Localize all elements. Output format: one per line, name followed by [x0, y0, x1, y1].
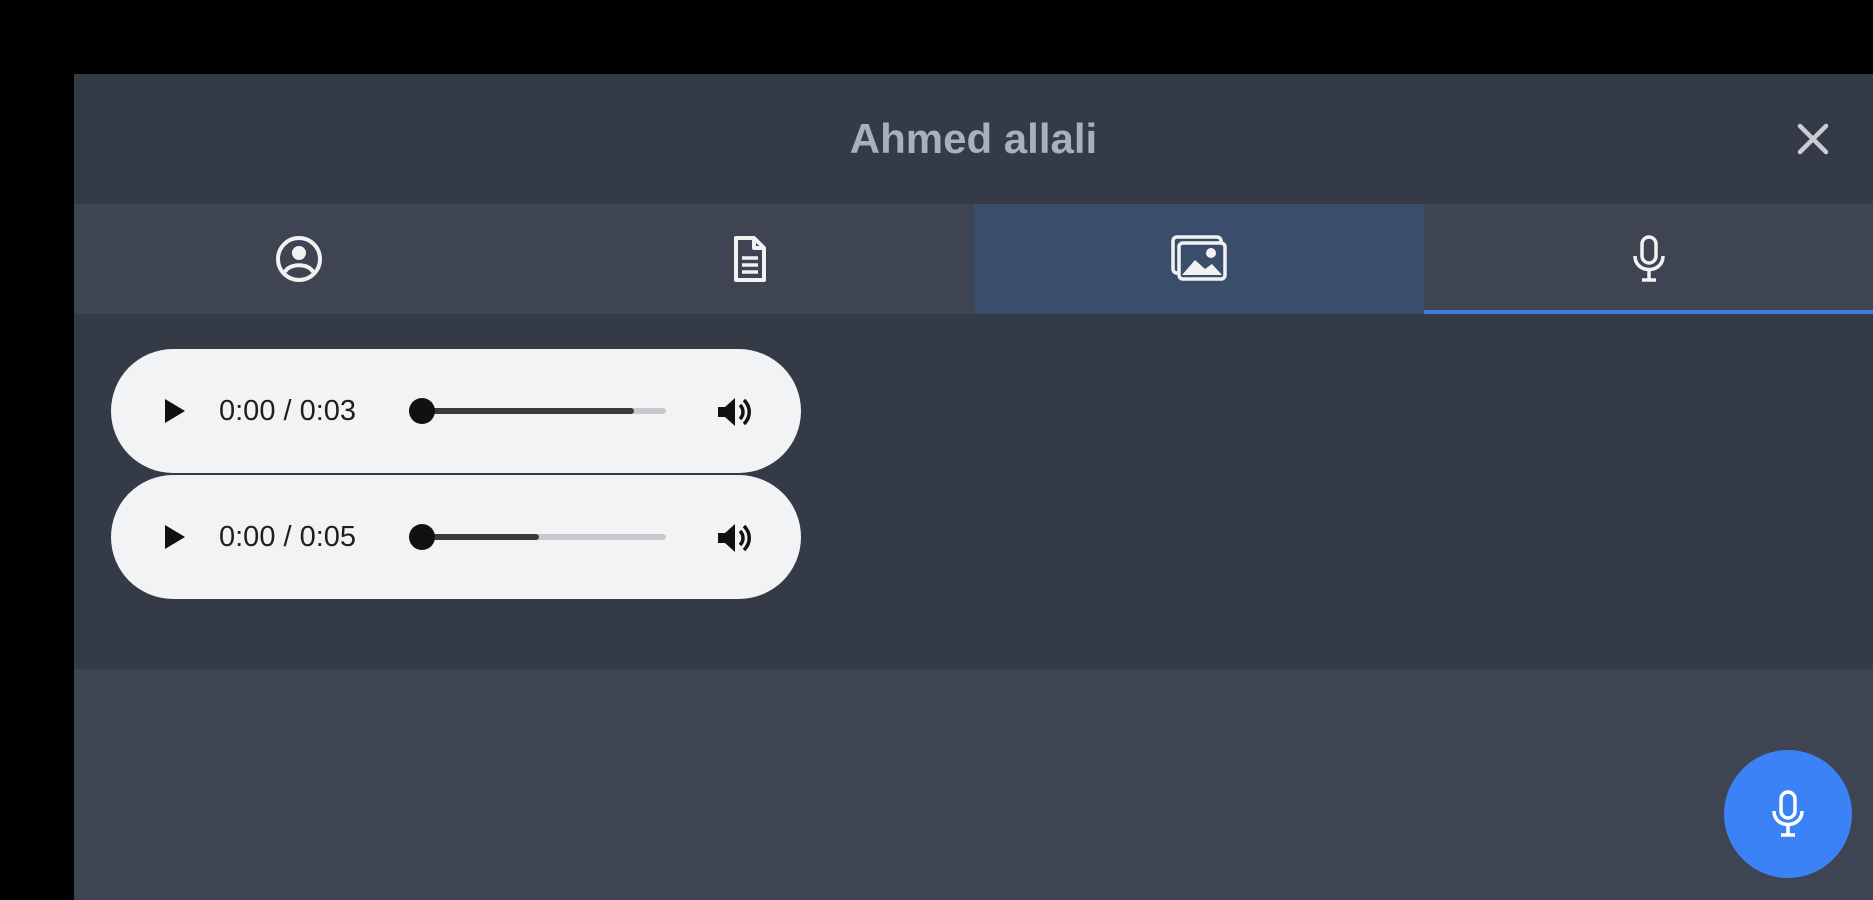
- play-icon[interactable]: [153, 517, 193, 557]
- seek-thumb[interactable]: [409, 524, 435, 550]
- volume-icon[interactable]: [713, 517, 755, 559]
- seek-bar[interactable]: [409, 398, 666, 424]
- audio-player[interactable]: 0:00 / 0:05: [111, 475, 801, 599]
- recordings-list: 0:00 / 0:03 0:00 / 0:05: [74, 314, 1873, 669]
- microphone-icon: [1772, 790, 1804, 837]
- audio-time: 0:00 / 0:05: [219, 521, 357, 553]
- volume-icon[interactable]: [713, 391, 755, 433]
- buffer-bar: [421, 534, 539, 540]
- images-icon: [1171, 235, 1227, 281]
- microphone-icon: [1633, 235, 1665, 282]
- dialog-header: Ahmed allali: [74, 74, 1873, 204]
- user-circle-icon: [276, 236, 322, 282]
- seek-bar[interactable]: [409, 524, 666, 550]
- tab-contact[interactable]: [74, 204, 524, 314]
- close-button[interactable]: [1788, 114, 1838, 164]
- tab-recordings[interactable]: [1424, 204, 1873, 314]
- buffer-bar: [421, 408, 635, 414]
- document-icon: [734, 236, 766, 282]
- audio-time: 0:00 / 0:03: [219, 395, 357, 427]
- close-icon: [1797, 123, 1829, 155]
- recordings-dialog: Ahmed allali 0:00 / 0:03 0:00 / 0:05: [74, 74, 1873, 900]
- record-button[interactable]: [1724, 750, 1852, 878]
- audio-player[interactable]: 0:00 / 0:03: [111, 349, 801, 473]
- dialog-title: Ahmed allali: [849, 115, 1098, 162]
- tab-documents[interactable]: [524, 204, 974, 314]
- seek-thumb[interactable]: [409, 398, 435, 424]
- tab-images[interactable]: [974, 204, 1424, 314]
- play-icon[interactable]: [153, 391, 193, 431]
